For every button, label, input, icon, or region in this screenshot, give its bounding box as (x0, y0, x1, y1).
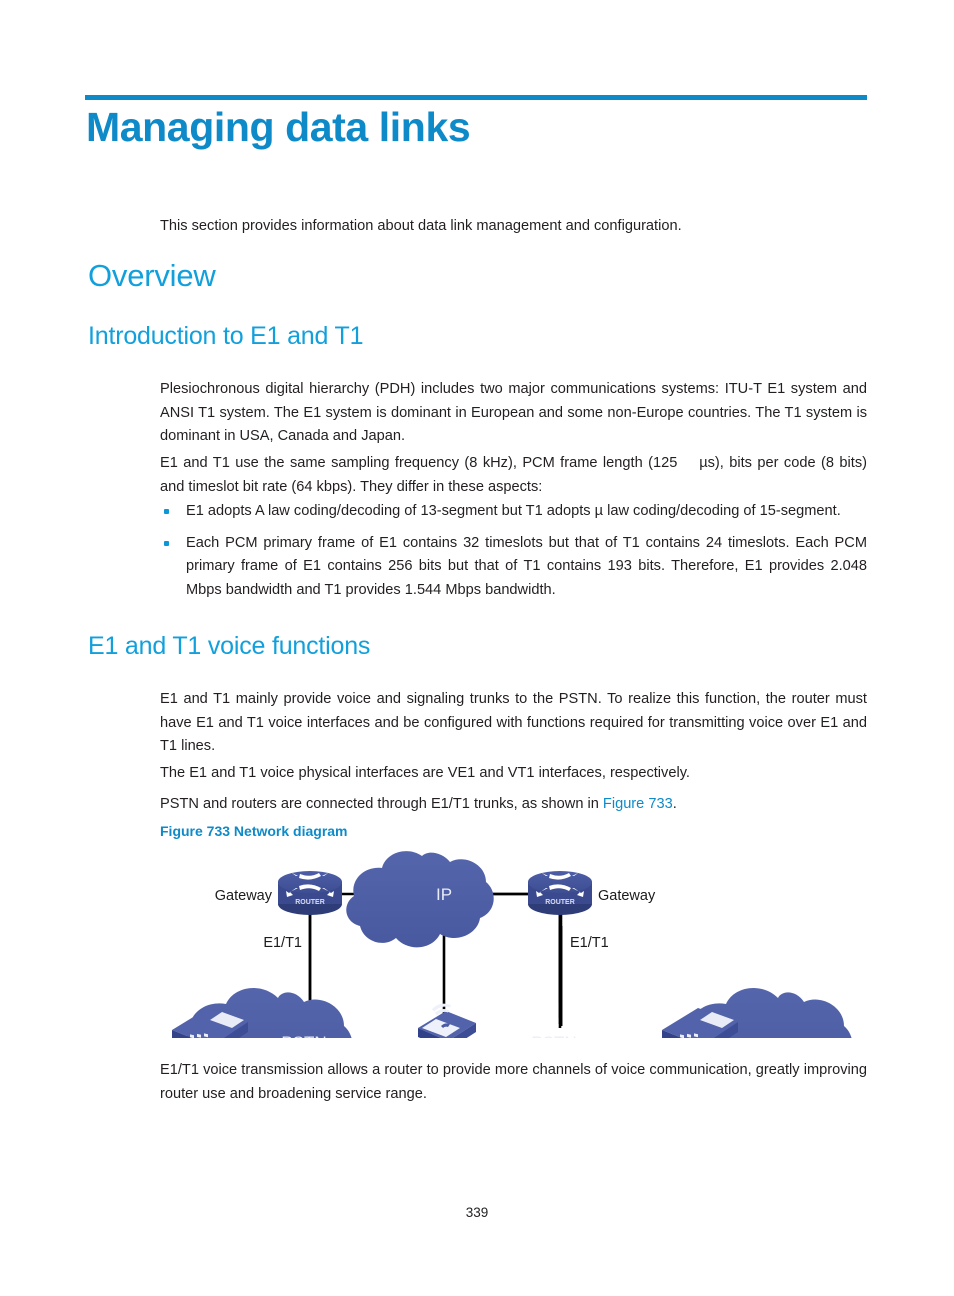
paragraph-voice-transmission: E1/T1 voice transmission allows a router… (160, 1062, 867, 1102)
page-number: 339 (465, 1205, 489, 1220)
gateway-right-label: Gateway (598, 888, 656, 904)
figure-ref-prefix: PSTN and routers are connected through E… (160, 796, 603, 812)
paragraph-pdh-overview: Plesiochronous digital hierarchy (PDH) i… (160, 381, 867, 445)
document-page: Managing data links This section provide… (0, 0, 954, 1296)
subsection-heading-voice-functions: E1 and T1 voice functions (88, 632, 371, 660)
figure-ref-suffix: . (672, 796, 677, 812)
gateway-left-label: Gateway (215, 888, 273, 904)
figure-733-link[interactable]: Figure 733 (603, 796, 673, 812)
section-heading-overview: Overview (88, 258, 216, 293)
paragraph-sampling: E1 and T1 use the same sampling frequenc… (160, 455, 867, 495)
subsection-heading-introduction: Introduction to E1 and T1 (88, 322, 364, 350)
link-left-label: E1/T1 (263, 935, 302, 951)
pstn-left-label: PSTN (281, 1033, 326, 1038)
pstn-right-label: PSTN (531, 1033, 576, 1038)
bullet-icon (164, 509, 169, 514)
paragraph-figure-reference: PSTN and routers are connected through E… (160, 793, 867, 817)
page-title: Managing data links (86, 104, 471, 150)
list-item: Each PCM primary frame of E1 contains 32… (160, 532, 867, 603)
network-diagram: PSTN PSTN IP (160, 848, 867, 1038)
router-right-badge: ROUTER (545, 899, 575, 906)
bullet-icon (164, 540, 169, 546)
router-left: ROUTER (278, 867, 342, 915)
list-item-text: Each PCM primary frame of E1 contains 32… (186, 534, 867, 598)
router-right: ROUTER (528, 867, 592, 915)
figure-caption: Figure 733 Network diagram (160, 823, 348, 839)
list-item-text: E1 adopts A law coding/decoding of 13-se… (186, 503, 841, 519)
ip-cloud-label: IP (436, 885, 452, 904)
list-item: E1 adopts A law coding/decoding of 13-se… (160, 500, 867, 524)
router-left-badge: ROUTER (295, 899, 325, 906)
ip-cloud: IP (346, 851, 494, 948)
paragraph-voice-trunks: E1 and T1 mainly provide voice and signa… (160, 691, 867, 755)
sip-server-icon: SIP server (418, 1003, 476, 1038)
intro-paragraph: This section provides information about … (160, 218, 682, 234)
paragraph-physical-interfaces: The E1 and T1 voice physical interfaces … (160, 765, 690, 781)
differences-list: E1 adopts A law coding/decoding of 13-se… (160, 500, 867, 610)
title-rule (85, 95, 867, 100)
link-right-label: E1/T1 (570, 935, 609, 951)
